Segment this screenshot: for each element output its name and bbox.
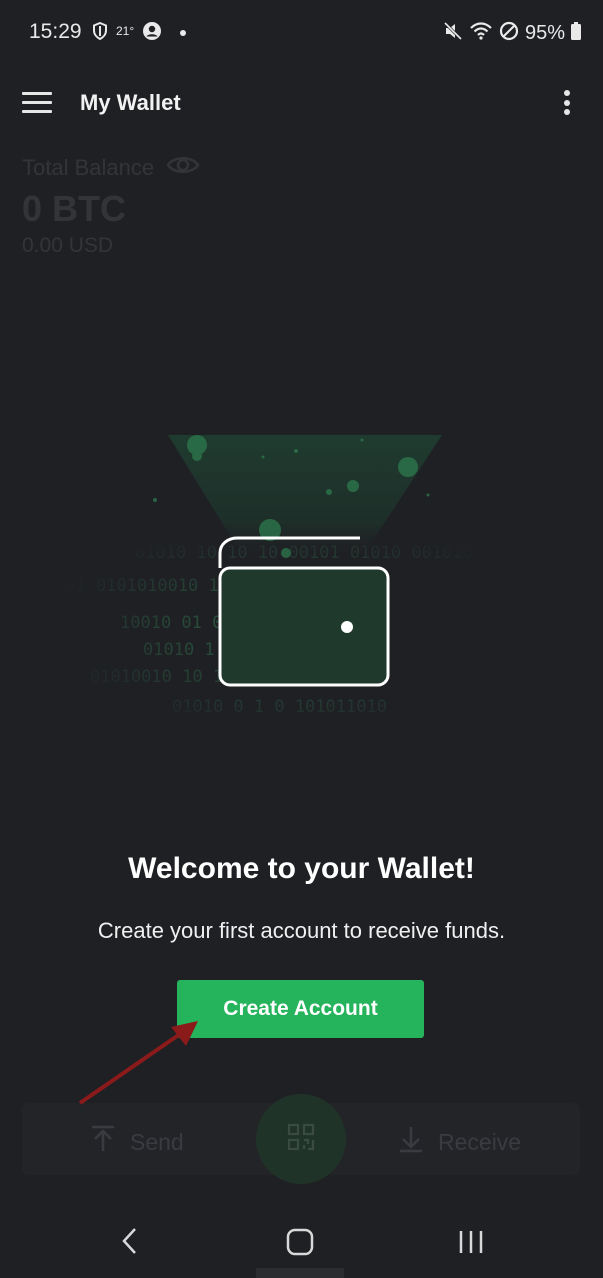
chevron-left-icon — [122, 1228, 136, 1254]
qr-code-icon — [287, 1123, 315, 1156]
status-bar: 15:29 21° 95% — [0, 0, 603, 66]
hamburger-icon — [22, 92, 52, 95]
more-vert-icon — [564, 90, 570, 96]
wallet-illustration-graphic: 01010 10 10 10 00101 01010 001010 001 01… — [55, 435, 473, 717]
notification-dot-icon — [180, 30, 187, 36]
create-account-button[interactable]: Create Account — [177, 980, 424, 1038]
page-title: My Wallet — [80, 90, 181, 115]
balance-section: Total Balance 0 BTC 0.00 USD — [22, 154, 200, 258]
system-nav-bar — [0, 1210, 603, 1278]
welcome-subtitle: Create your first account to receive fun… — [97, 918, 506, 943]
total-balance-label: Total Balance — [22, 155, 155, 180]
app-bar: My Wallet — [0, 66, 603, 144]
battery-percentage: 95% — [524, 21, 565, 44]
welcome-title: Welcome to your Wallet! — [128, 852, 475, 885]
upload-icon — [90, 1125, 116, 1159]
account-circle-icon — [142, 21, 162, 46]
shield-icon — [92, 21, 108, 45]
nav-home-button[interactable] — [286, 1228, 314, 1256]
eye-icon[interactable] — [166, 154, 200, 182]
send-button[interactable]: Send — [90, 1125, 184, 1159]
svg-text:01010 0 1 0 101011010: 01010 0 1 0 101011010 — [172, 697, 387, 717]
status-temperature: 21° — [116, 24, 135, 38]
menu-button[interactable] — [22, 92, 52, 116]
gesture-handle — [256, 1268, 344, 1278]
scan-qr-button[interactable] — [256, 1094, 346, 1184]
do-not-disturb-icon — [499, 21, 519, 46]
nav-back-button[interactable] — [118, 1226, 142, 1256]
status-time: 15:29 — [29, 20, 82, 43]
light-beam — [168, 435, 442, 560]
download-icon — [398, 1125, 424, 1159]
recents-icon — [459, 1231, 483, 1253]
more-options-button[interactable] — [558, 90, 576, 120]
status-left-icons: 21° — [92, 21, 187, 46]
receive-button[interactable]: Receive — [398, 1125, 521, 1159]
nav-recents-button[interactable] — [456, 1228, 486, 1256]
send-label: Send — [130, 1128, 184, 1155]
battery-icon — [571, 21, 581, 45]
balance-label-row: Total Balance — [22, 154, 200, 182]
mute-icon — [443, 21, 463, 46]
balance-usd: 0.00 USD — [22, 234, 114, 257]
status-right-icons: 95% — [443, 20, 581, 46]
home-square-icon — [286, 1228, 314, 1256]
wallet-screen: 15:29 21° 95% My Wallet Total Balance 0 … — [0, 0, 603, 1278]
wifi-icon — [469, 21, 493, 46]
svg-text:01010 10 10 10 00101 0101: 01010 10 10 10 00101 01010 001010 — [135, 543, 473, 563]
empty-wallet-illustration: 01010 10 10 10 00101 01010 001010 001 01… — [0, 420, 603, 730]
balance-btc: 0 BTC — [22, 188, 127, 229]
receive-label: Receive — [438, 1128, 522, 1155]
